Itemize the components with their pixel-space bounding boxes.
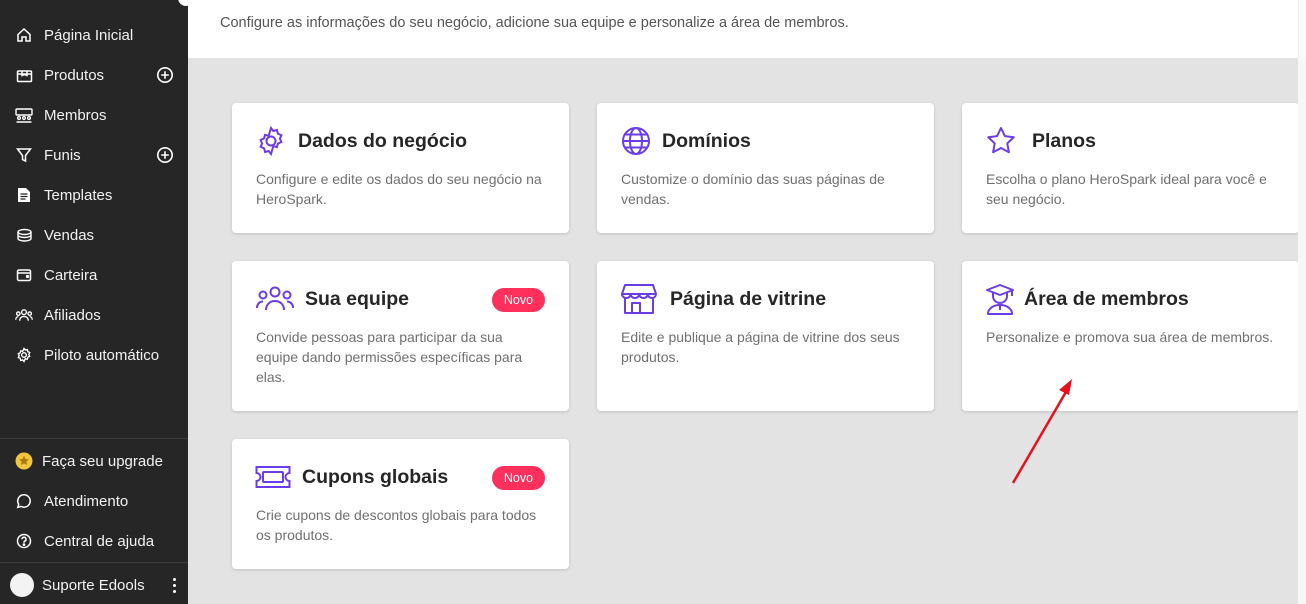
sidebar-item-label: Carteira — [44, 266, 98, 284]
sidebar-item-label: Templates — [44, 186, 113, 204]
card-pagina-de-vitrine[interactable]: Página de vitrine Edite e publique a pág… — [597, 261, 934, 411]
card-description: Configure e edite os dados do seu negóci… — [256, 171, 542, 207]
sidebar-divider — [0, 562, 188, 563]
add-funnel-button[interactable] — [156, 146, 174, 164]
user-name: Suporte Edools — [42, 576, 145, 594]
star-outline-icon — [985, 125, 1017, 157]
sidebar: Página Inicial Produtos Membros Funis Te… — [0, 0, 188, 604]
settings-gear-icon — [255, 125, 287, 157]
avatar — [10, 573, 34, 597]
sidebar-item-carteira[interactable]: Carteira — [0, 255, 188, 295]
sidebar-item-membros[interactable]: Membros — [0, 95, 188, 135]
sidebar-item-label: Atendimento — [44, 492, 129, 510]
card-title: Dados do negócio — [298, 130, 468, 152]
card-area-de-membros[interactable]: Área de membros Personalize e promova su… — [962, 261, 1299, 411]
sidebar-item-label: Faça seu upgrade — [42, 452, 163, 470]
add-product-button[interactable] — [156, 66, 174, 84]
card-dados-do-negocio[interactable]: Dados do negócio Configure e edite os da… — [232, 103, 569, 233]
document-icon — [15, 186, 33, 204]
new-badge: Novo — [492, 466, 545, 490]
sidebar-item-central-de-ajuda[interactable]: Central de ajuda — [0, 521, 188, 561]
home-icon — [15, 26, 33, 44]
card-description: Customize o domínio das suas páginas de … — [621, 171, 885, 207]
card-planos[interactable]: Planos Escolha o plano HeroSpark ideal p… — [962, 103, 1299, 233]
sidebar-item-templates[interactable]: Templates — [0, 175, 188, 215]
affiliates-icon — [15, 306, 33, 324]
page-subtitle: Configure as informações do seu negócio,… — [220, 15, 849, 31]
page-title-fragment — [220, 0, 226, 12]
sidebar-item-atendimento[interactable]: Atendimento — [0, 481, 188, 521]
card-description: Edite e publique a página de vitrine dos… — [621, 329, 900, 365]
card-title: Área de membros — [1024, 288, 1189, 310]
sidebar-item-label: Produtos — [44, 66, 105, 84]
card-title: Cupons globais — [302, 466, 449, 488]
globe-icon — [620, 125, 652, 157]
card-description: Convide pessoas para participar da sua e… — [256, 329, 523, 385]
user-menu[interactable]: Suporte Edools — [0, 566, 188, 604]
sidebar-item-label: Funis — [44, 146, 81, 164]
sidebar-item-label: Página Inicial — [44, 26, 134, 44]
sidebar-item-label: Piloto automático — [44, 346, 160, 364]
sidebar-item-funis[interactable]: Funis — [0, 135, 188, 175]
coupon-icon — [255, 461, 291, 493]
card-description: Crie cupons de descontos globais para to… — [256, 507, 537, 543]
sidebar-item-pagina-inicial[interactable]: Página Inicial — [0, 15, 188, 55]
card-dominios[interactable]: Domínios Customize o domínio das suas pá… — [597, 103, 934, 233]
sidebar-item-label: Central de ajuda — [44, 532, 155, 550]
graduate-icon — [985, 283, 1015, 315]
funnel-icon — [15, 146, 33, 164]
new-badge: Novo — [492, 288, 545, 312]
sidebar-item-label: Afiliados — [44, 306, 101, 324]
money-icon — [15, 226, 33, 244]
sidebar-divider — [0, 438, 188, 439]
page-header: Configure as informações do seu negócio,… — [188, 0, 1306, 58]
card-sua-equipe[interactable]: Sua equipe Novo Convide pessoas para par… — [232, 261, 569, 411]
help-icon — [15, 532, 33, 550]
sidebar-item-vendas[interactable]: Vendas — [0, 215, 188, 255]
chat-icon — [15, 492, 33, 510]
sidebar-item-piloto-automatico[interactable]: Piloto automático — [0, 335, 188, 375]
storefront-icon — [620, 283, 658, 315]
card-title: Planos — [1032, 130, 1096, 152]
sidebar-item-afiliados[interactable]: Afiliados — [0, 295, 188, 335]
scrollbar[interactable] — [1298, 0, 1306, 58]
sidebar-item-produtos[interactable]: Produtos — [0, 55, 188, 95]
team-icon — [255, 283, 295, 315]
box-icon — [15, 66, 33, 84]
card-title: Domínios — [662, 130, 751, 152]
card-cupons-globais[interactable]: Cupons globais Novo Crie cupons de desco… — [232, 439, 569, 569]
card-title: Página de vitrine — [670, 288, 827, 310]
sidebar-item-upgrade[interactable]: Faça seu upgrade — [0, 441, 188, 481]
wallet-icon — [15, 266, 33, 284]
members-icon — [15, 106, 33, 124]
card-description: Personalize e promova sua área de membro… — [986, 329, 1274, 345]
scrollbar-track[interactable] — [1298, 58, 1306, 604]
gear-icon — [15, 346, 33, 364]
more-options-icon[interactable] — [166, 575, 182, 595]
sidebar-item-label: Vendas — [44, 226, 95, 244]
card-title: Sua equipe — [305, 288, 410, 310]
star-icon — [15, 452, 33, 470]
card-description: Escolha o plano HeroSpark ideal para voc… — [986, 171, 1267, 207]
sidebar-item-label: Membros — [44, 106, 107, 124]
